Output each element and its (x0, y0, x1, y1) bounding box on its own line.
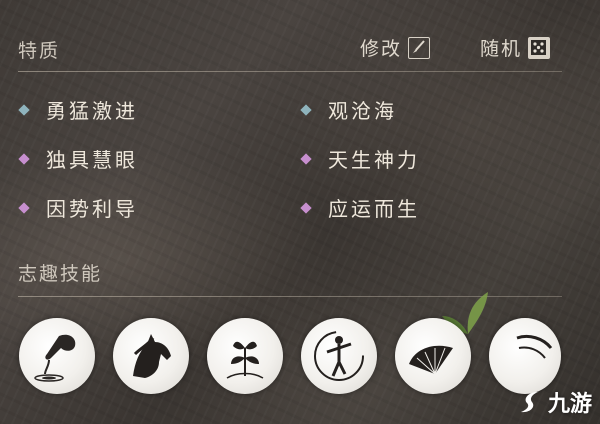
trait-label: 独具慧眼 (46, 148, 138, 172)
skill-slot[interactable] (301, 318, 377, 394)
herb-icon (226, 341, 264, 379)
brush-icon (408, 36, 431, 59)
skill-slot[interactable] (489, 318, 561, 394)
trait-label: 天生神力 (328, 148, 420, 172)
trait-tier-marker (18, 152, 30, 165)
watermark: 九游 (518, 386, 592, 418)
skill-slot[interactable] (395, 318, 471, 394)
skill-slot[interactable] (207, 318, 283, 394)
trait-tier-marker (300, 103, 312, 116)
random-label: 随机 (480, 38, 523, 60)
trait-item[interactable]: 因势利导 (18, 193, 138, 222)
trait-tier-marker (18, 103, 30, 116)
trait-label: 勇猛激进 (46, 99, 138, 123)
trait-item[interactable]: 独具慧眼 (18, 144, 138, 173)
trait-item[interactable]: 勇猛激进 (18, 95, 138, 124)
partial-skill-icon (516, 334, 553, 359)
jiuyou-logo-icon (520, 392, 538, 413)
character-traits-panel: 特质 修改 随机 勇猛激进 观沧海 独具慧眼 天生神力 因势利导 应运而生 志趣… (0, 0, 600, 424)
edit-traits-button[interactable]: 修改 (360, 34, 431, 61)
trait-label: 观沧海 (328, 99, 397, 123)
skill-slot[interactable] (19, 318, 95, 394)
water-pour-icon (34, 334, 76, 382)
martial-arts-icon (314, 331, 364, 381)
trait-tier-marker (300, 152, 312, 165)
trait-label: 因势利导 (46, 197, 138, 221)
randomize-traits-button[interactable]: 随机 (480, 34, 551, 61)
trait-tier-marker (300, 201, 312, 214)
horse-icon (133, 334, 171, 378)
edit-label: 修改 (360, 38, 403, 60)
traits-divider (18, 71, 562, 72)
trait-item[interactable]: 观沧海 (300, 95, 397, 124)
skill-slot[interactable] (113, 318, 189, 394)
traits-title: 特质 (18, 40, 61, 62)
trait-label: 应运而生 (328, 197, 420, 221)
trait-tier-marker (18, 201, 30, 214)
trait-item[interactable]: 天生神力 (300, 144, 420, 173)
trait-item[interactable]: 应运而生 (300, 193, 420, 222)
dice-icon (528, 36, 551, 59)
fan-icon (409, 345, 453, 375)
skills-title: 志趣技能 (18, 263, 103, 285)
watermark-text: 九游 (547, 392, 592, 417)
